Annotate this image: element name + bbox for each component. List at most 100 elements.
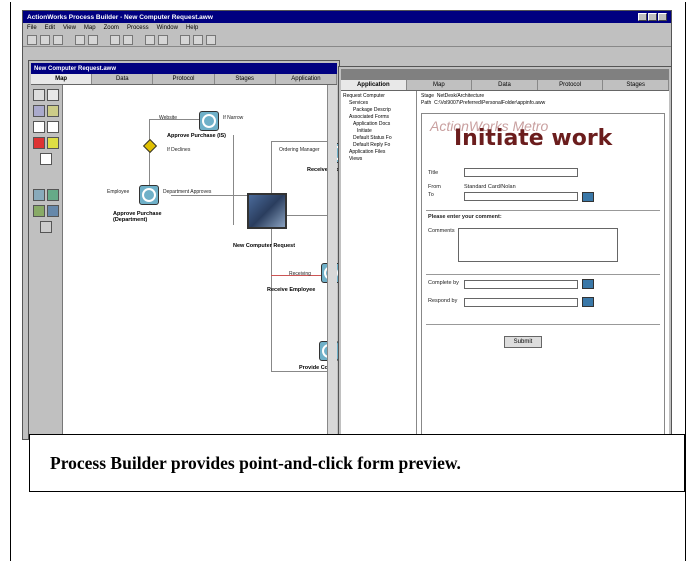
- pointer-tool-icon[interactable]: [33, 89, 45, 101]
- text-tool-icon[interactable]: [47, 121, 59, 133]
- start-tool-icon[interactable]: [47, 137, 59, 149]
- map-canvas[interactable]: Approve Purchase (IS) Website If Narrow …: [63, 85, 347, 439]
- menu-file[interactable]: File: [27, 25, 37, 31]
- approve-purchase-is-node[interactable]: [199, 111, 219, 131]
- menubar: File Edit View Map Zoom Process Window H…: [23, 23, 671, 33]
- path-label: Path: [421, 100, 432, 106]
- new-computer-request-label: New Computer Request: [233, 243, 296, 249]
- select-tool-icon[interactable]: [47, 89, 59, 101]
- open-icon[interactable]: [40, 34, 50, 45]
- tab-protocol[interactable]: Protocol: [153, 74, 215, 84]
- approve-dept-node[interactable]: [139, 185, 159, 205]
- app-title: ActionWorks Process Builder - New Comput…: [27, 13, 213, 21]
- note-tool-icon[interactable]: [40, 221, 52, 233]
- from-field-value: Standard Card/Nolan: [464, 184, 516, 190]
- menu-help[interactable]: Help: [186, 25, 198, 31]
- department-approves-link-label: Department Approves: [163, 189, 212, 195]
- form-preview: ActionWorks Metro Initiate work Title Fr…: [421, 113, 665, 439]
- role-tool-icon[interactable]: [33, 205, 45, 217]
- respond-by-field[interactable]: [464, 298, 578, 307]
- tab-data[interactable]: Data: [92, 74, 154, 84]
- ordering-manager-link-label: Ordering Manager: [279, 147, 320, 153]
- tree-item[interactable]: Views: [343, 156, 414, 163]
- tab-protocol-secondary[interactable]: Protocol: [538, 80, 604, 90]
- caption-box: Process Builder provides point-and-click…: [29, 434, 685, 492]
- people-tool-icon[interactable]: [33, 189, 45, 201]
- title-field[interactable]: [464, 168, 578, 177]
- menu-window[interactable]: Window: [157, 25, 178, 31]
- tree-item[interactable]: Application Docs: [343, 121, 414, 128]
- tree-item[interactable]: Default Reply Fo: [343, 142, 414, 149]
- menu-zoom[interactable]: Zoom: [104, 25, 119, 31]
- tree-item[interactable]: Initiate: [343, 128, 414, 135]
- tree-item[interactable]: Default Status Fo: [343, 135, 414, 142]
- undo-icon[interactable]: [88, 34, 98, 45]
- preview-icon[interactable]: [193, 34, 203, 45]
- tree-item[interactable]: Associated Forms: [343, 114, 414, 121]
- tab-stages-secondary[interactable]: Stages: [603, 80, 669, 90]
- title-field-label: Title: [428, 170, 439, 176]
- application-tree: Request Computer Services Package Descri…: [341, 91, 417, 439]
- application-tabs: Application Map Data Protocol Stages: [341, 80, 669, 91]
- tab-data-secondary[interactable]: Data: [472, 80, 538, 90]
- tree-item[interactable]: Request Computer: [343, 93, 414, 100]
- comments-label: Comments: [428, 228, 455, 234]
- screenshot: ActionWorks Process Builder - New Comput…: [22, 10, 672, 440]
- stage-path-info: Stage NetDesk/Architecture Path C:\Vol90…: [421, 93, 545, 107]
- decision-diamond[interactable]: [142, 138, 158, 154]
- tab-map[interactable]: Map: [31, 74, 93, 84]
- tree-item[interactable]: Services: [343, 100, 414, 107]
- complete-by-field[interactable]: [464, 280, 578, 289]
- pointer-icon[interactable]: [110, 34, 120, 45]
- employee-link-label: Employee: [107, 189, 130, 195]
- complete-by-label: Complete by: [428, 280, 459, 286]
- map-window-title: New Computer Request.aww: [34, 65, 117, 72]
- menu-edit[interactable]: Edit: [45, 25, 55, 31]
- workflow-tool-icon[interactable]: [33, 105, 45, 117]
- tab-map-secondary[interactable]: Map: [407, 80, 473, 90]
- website-link-label: Website: [159, 115, 177, 121]
- print-icon[interactable]: [75, 34, 85, 45]
- tree-item[interactable]: Package Descrip: [343, 107, 414, 114]
- approve-purchase-is-label: Approve Purchase (IS): [167, 133, 226, 139]
- address-book-icon[interactable]: [582, 192, 594, 202]
- calendar-icon[interactable]: [582, 279, 594, 289]
- save-icon[interactable]: [53, 34, 63, 45]
- zoom-icon[interactable]: [145, 34, 155, 45]
- layout-icon[interactable]: [180, 34, 190, 45]
- menu-view[interactable]: View: [63, 25, 76, 31]
- map-vertical-scrollbar[interactable]: [327, 85, 337, 439]
- comments-textarea[interactable]: [458, 228, 618, 262]
- tool-palette: [31, 85, 63, 439]
- link-tool-icon[interactable]: [33, 121, 45, 133]
- new-computer-request-start-node[interactable]: [247, 193, 287, 229]
- submit-button[interactable]: Submit: [504, 336, 542, 348]
- stop-tool-icon[interactable]: [33, 137, 45, 149]
- condition-tool-icon[interactable]: [47, 105, 59, 117]
- stage-label: Stage: [421, 93, 435, 99]
- calendar-icon[interactable]: [582, 297, 594, 307]
- link-icon[interactable]: [123, 34, 133, 45]
- menu-map[interactable]: Map: [84, 25, 96, 31]
- help-icon[interactable]: [206, 34, 216, 45]
- tree-item[interactable]: Application Files: [343, 149, 414, 156]
- close-button[interactable]: [658, 13, 667, 21]
- map-window-titlebar: New Computer Request.aww: [31, 63, 337, 74]
- group-tool-icon[interactable]: [47, 189, 59, 201]
- tab-stages[interactable]: Stages: [215, 74, 276, 84]
- caption-text: Process Builder provides point-and-click…: [50, 452, 461, 473]
- minimize-button[interactable]: [638, 13, 647, 21]
- application-window: Application Map Data Protocol Stages Req…: [338, 66, 671, 439]
- new-icon[interactable]: [27, 34, 37, 45]
- tab-application-main[interactable]: Application: [341, 80, 407, 90]
- org-tool-icon[interactable]: [47, 205, 59, 217]
- grid-icon[interactable]: [158, 34, 168, 45]
- menu-process[interactable]: Process: [127, 25, 149, 31]
- application-window-titlebar: [341, 69, 669, 80]
- maximize-button[interactable]: [648, 13, 657, 21]
- form-banner: ActionWorks Metro Initiate work: [426, 118, 660, 151]
- tab-application[interactable]: Application: [276, 74, 338, 84]
- to-field[interactable]: [464, 192, 578, 201]
- label-tool-icon[interactable]: [40, 153, 52, 165]
- if-narrow-link-label: If Narrow: [223, 115, 244, 121]
